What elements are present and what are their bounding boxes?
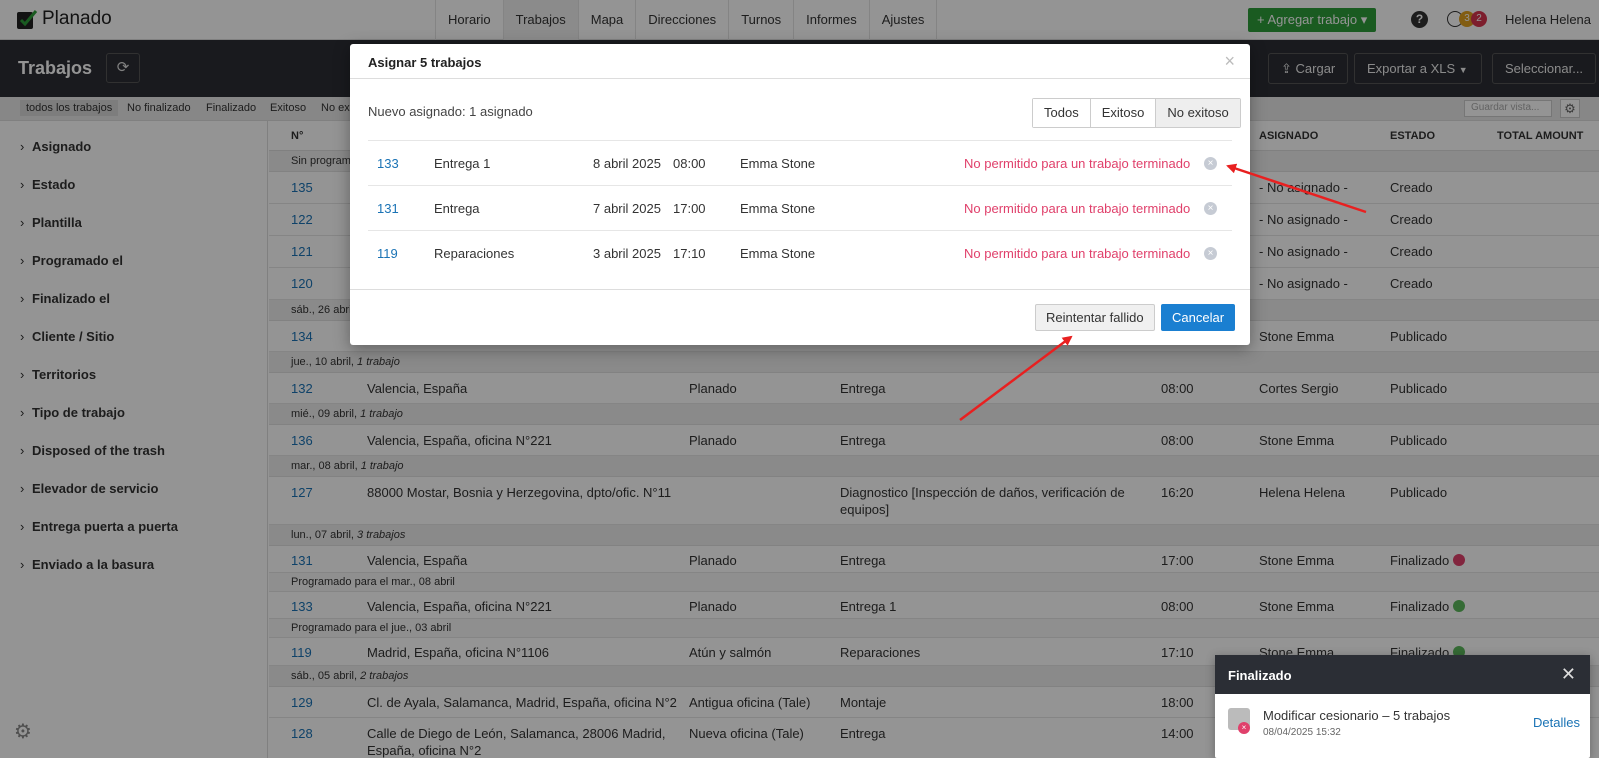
job-type: Entrega 1: [434, 156, 491, 171]
toast-message: Modificar cesionario – 5 trabajos: [1263, 708, 1451, 723]
close-icon[interactable]: ×: [1224, 51, 1235, 72]
assign-jobs-dialog: Asignar 5 trabajos × Nuevo asignado: 1 a…: [350, 44, 1250, 345]
result-row: 131 Entrega 7 abril 2025 17:00 Emma Ston…: [368, 185, 1232, 230]
toast-timestamp: 08/04/2025 15:32: [1263, 727, 1341, 738]
dialog-header: Asignar 5 trabajos ×: [350, 44, 1250, 79]
filter-all-button[interactable]: Todos: [1033, 99, 1091, 127]
new-assignee-summary: Nuevo asignado: 1 asignado: [368, 104, 533, 119]
close-icon[interactable]: ✕: [1561, 664, 1576, 685]
notification-toast: Finalizado ✕ × Modificar cesionario – 5 …: [1215, 655, 1590, 758]
error-message: No permitido para un trabajo terminado: [964, 246, 1191, 261]
job-type: Entrega: [434, 201, 480, 216]
error-x-icon: ×: [1204, 247, 1217, 260]
result-row: 119 Reparaciones 3 abril 2025 17:10 Emma…: [368, 230, 1232, 275]
details-link[interactable]: Detalles: [1533, 715, 1580, 730]
retry-failed-button[interactable]: Reintentar fallido: [1035, 304, 1155, 331]
filter-successful-button[interactable]: Exitoso: [1090, 99, 1157, 127]
job-worker: Emma Stone: [740, 201, 816, 216]
job-time: 17:00: [673, 201, 706, 216]
filter-unsuccessful-button[interactable]: No exitoso: [1156, 99, 1240, 127]
edit-icon: ×: [1228, 708, 1250, 734]
dialog-title: Asignar 5 trabajos: [368, 55, 482, 70]
cancel-button[interactable]: Cancelar: [1161, 304, 1236, 331]
job-type: Reparaciones: [434, 246, 515, 261]
toast-title: Finalizado: [1228, 668, 1292, 683]
dialog-footer: Reintentar fallido Cancelar: [350, 289, 1250, 345]
error-message: No permitido para un trabajo terminado: [964, 201, 1191, 216]
job-worker: Emma Stone: [740, 246, 816, 261]
toast-header: Finalizado ✕: [1215, 655, 1590, 694]
result-filter-toggle: Todos Exitoso No exitoso: [1032, 98, 1241, 128]
job-number-link[interactable]: 133: [377, 156, 399, 171]
job-number-link[interactable]: 119: [377, 246, 398, 261]
job-time: 17:10: [673, 246, 706, 261]
error-x-icon: ×: [1204, 157, 1217, 170]
error-x-icon: ×: [1204, 202, 1217, 215]
job-time: 08:00: [673, 156, 706, 171]
job-worker: Emma Stone: [740, 156, 816, 171]
job-date: 7 abril 2025: [593, 201, 661, 216]
job-number-link[interactable]: 131: [377, 201, 399, 216]
error-message: No permitido para un trabajo terminado: [964, 156, 1191, 171]
job-date: 3 abril 2025: [593, 246, 661, 261]
result-row: 133 Entrega 1 8 abril 2025 08:00 Emma St…: [368, 140, 1232, 185]
job-date: 8 abril 2025: [593, 156, 661, 171]
error-badge-icon: ×: [1238, 722, 1250, 734]
